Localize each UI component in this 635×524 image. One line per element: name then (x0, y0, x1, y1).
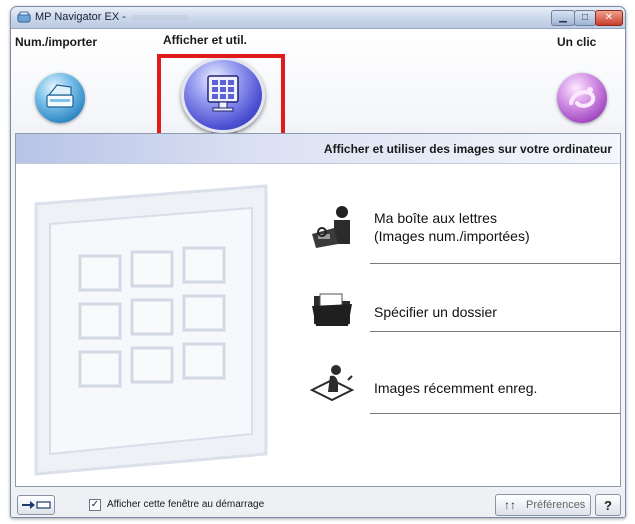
show-at-startup-checkbox[interactable]: ✓ (89, 499, 101, 511)
preferences-button[interactable]: ↑↑ Préférences (495, 494, 591, 516)
switch-arrow-icon (22, 501, 51, 509)
mode-selector-bar: Num./importer Afficher et util. Un clic (11, 29, 625, 194)
show-at-startup-label: Afficher cette fenêtre au démarrage (107, 499, 265, 510)
scanner-icon (46, 84, 74, 108)
panel-heading: Afficher et utiliser des images sur votr… (323, 142, 612, 156)
mailbox-fax-icon (312, 206, 350, 248)
my-box-item[interactable]: Ma boîte aux lettres (Images num./import… (296, 200, 620, 270)
toggle-mode-button[interactable] (17, 495, 55, 515)
my-box-label-line2: (Images num./importées) (374, 228, 530, 244)
my-box-underline (370, 263, 620, 264)
panel-header-band: Afficher et utiliser des images sur votr… (16, 134, 620, 164)
scan-import-button[interactable] (35, 73, 85, 123)
app-window: MP Navigator EX - ▁ □ ✕ Num./importer Af… (10, 6, 626, 518)
title-bar: MP Navigator EX - ▁ □ ✕ (11, 7, 625, 29)
preferences-icon: ↑↑ (504, 498, 516, 512)
one-click-button[interactable] (557, 73, 607, 123)
help-label: ? (604, 498, 612, 513)
folder-icon (312, 293, 352, 326)
preferences-label: Préférences (526, 499, 586, 511)
background-monitor-illustration (34, 184, 268, 476)
specify-folder-item[interactable]: Spécifier un dossier (296, 282, 620, 338)
specify-folder-label: Spécifier un dossier (374, 304, 497, 320)
help-button[interactable]: ? (595, 494, 621, 516)
specify-folder-underline (370, 331, 620, 332)
recent-images-icon (309, 365, 355, 402)
maximize-icon: □ (581, 12, 589, 23)
mode-label-one-click[interactable]: Un clic (557, 35, 596, 49)
one-click-swirl-icon (569, 87, 596, 108)
maximize-button[interactable]: □ (574, 10, 596, 26)
window-title: MP Navigator EX - (35, 11, 126, 23)
minimize-icon: ▁ (559, 12, 567, 23)
app-icon (17, 11, 31, 23)
mode-label-scan-import[interactable]: Num./importer (15, 35, 97, 49)
main-panel: Afficher et utiliser des images sur votr… (15, 133, 621, 487)
recent-images-underline (370, 413, 620, 414)
checkmark-icon: ✓ (90, 499, 100, 510)
close-button[interactable]: ✕ (595, 10, 623, 26)
footer-bar: ✓ Afficher cette fenêtre au démarrage ↑↑… (11, 489, 625, 517)
recent-images-item[interactable]: Images récemment enreg. (296, 356, 620, 420)
recent-images-label: Images récemment enreg. (374, 380, 538, 396)
minimize-button[interactable]: ▁ (551, 10, 575, 26)
mode-label-view-use[interactable]: Afficher et util. (163, 33, 247, 47)
title-redacted (131, 15, 189, 21)
close-icon: ✕ (604, 12, 614, 23)
my-box-label-line1: Ma boîte aux lettres (374, 210, 497, 226)
